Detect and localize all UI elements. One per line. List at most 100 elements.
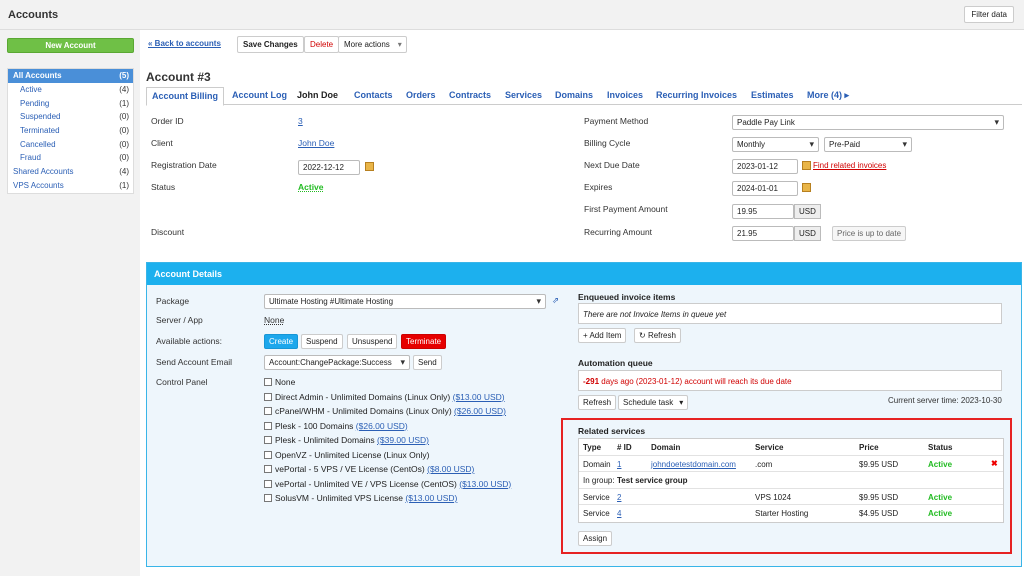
sidebar-item-terminated[interactable]: Terminated (0) — [8, 124, 133, 138]
option-price[interactable]: ($8.00 USD) — [427, 464, 474, 474]
option-name: cPanel/WHM - Unlimited Domains (Linux On… — [275, 406, 452, 416]
billing-cycle-select[interactable]: Monthly — [732, 137, 819, 152]
sidebar-item-pending[interactable]: Pending (1) — [8, 97, 133, 111]
sidebar-item-all-accounts[interactable]: All Accounts (5) — [8, 69, 133, 83]
control-panel-option[interactable]: cPanel/WHM - Unlimited Domains (Linux On… — [264, 406, 506, 416]
sidebar-item-cancelled[interactable]: Cancelled (0) — [8, 138, 133, 152]
sidebar-item-count: (0) — [119, 112, 129, 122]
tab-domains[interactable]: Domains — [555, 90, 593, 100]
sidebar-item-count: (0) — [119, 126, 129, 136]
first-payment-input[interactable]: 19.95 — [732, 204, 794, 219]
sidebar: New Account All Accounts (5) Active (4) Pe… — [0, 30, 140, 576]
registration-date-label: Registration Date — [151, 160, 217, 170]
new-account-button[interactable]: New Account — [7, 38, 134, 53]
create-button[interactable]: Create — [264, 334, 299, 349]
price-status-button[interactable]: Price is up to date — [832, 226, 907, 241]
tab-contracts[interactable]: Contracts — [449, 90, 491, 100]
sidebar-item-shared-accounts[interactable]: Shared Accounts (4) — [8, 165, 133, 179]
option-price[interactable]: ($13.00 USD) — [459, 479, 511, 489]
checkbox[interactable] — [264, 450, 272, 459]
tab-account-billing[interactable]: Account Billing — [146, 87, 224, 106]
billing-cycle-label: Billing Cycle — [584, 138, 631, 148]
calendar-icon[interactable] — [802, 183, 811, 192]
payment-method-select[interactable]: Paddle Pay Link — [732, 115, 1004, 130]
package-select[interactable]: Ultimate Hosting #Ultimate Hosting — [264, 294, 546, 309]
order-id-label: Order ID — [151, 116, 184, 126]
sidebar-item-suspended[interactable]: Suspended (0) — [8, 110, 133, 124]
tab-orders[interactable]: Orders — [406, 90, 436, 100]
back-to-accounts-link[interactable]: « Back to accounts — [146, 36, 223, 53]
option-name: vePortal - Unlimited VE / VPS License (C… — [275, 478, 457, 489]
tab-services[interactable]: Services — [505, 90, 542, 100]
sidebar-item-count: (0) — [119, 153, 129, 163]
enqueued-items-box: There are not Invoice Items in queue yet — [578, 303, 1002, 324]
control-panel-option[interactable]: Direct Admin - Unlimited Domains (Linux … — [264, 392, 505, 402]
refresh-icon: ↻ — [639, 331, 646, 340]
sidebar-item-active[interactable]: Active (4) — [8, 83, 133, 97]
checkbox[interactable] — [264, 494, 272, 502]
tab-recurring-invoices[interactable]: Recurring Invoices — [656, 90, 737, 100]
option-price[interactable]: ($39.00 USD) — [377, 435, 429, 445]
sidebar-item-label: Terminated — [20, 126, 60, 136]
control-panel-option[interactable]: OpenVZ - Unlimited License (Linux Only) — [264, 450, 429, 460]
enqueued-empty-text: There are not Invoice Items in queue yet — [583, 310, 727, 319]
option-price[interactable]: ($13.00 USD) — [453, 392, 505, 402]
calendar-icon[interactable] — [365, 162, 374, 171]
recurring-amount-input[interactable]: 21.95 — [732, 226, 794, 241]
option-price[interactable]: ($13.00 USD) — [405, 493, 457, 503]
refresh-enqueued-button[interactable]: ↻ Refresh — [634, 328, 681, 343]
currency-addon: USD — [794, 226, 821, 241]
control-panel-option[interactable]: Plesk - 100 Domains ($26.00 USD) — [264, 421, 408, 431]
status-label: Status — [151, 182, 176, 192]
checkbox[interactable] — [264, 421, 272, 430]
order-id-link[interactable]: 3 — [298, 116, 303, 126]
control-panel-option[interactable]: Plesk - Unlimited Domains ($39.00 USD) — [264, 435, 429, 445]
terminate-button[interactable]: Terminate — [401, 334, 447, 349]
more-actions-button[interactable]: More actions ▾ — [338, 36, 407, 53]
tab-contacts[interactable]: Contacts — [354, 90, 393, 100]
sidebar-item-fraud[interactable]: Fraud (0) — [8, 151, 133, 165]
control-panel-option[interactable]: vePortal - 5 VPS / VE License (CentOs) (… — [264, 464, 474, 474]
email-template-select[interactable]: Account:ChangePackage:Success — [264, 355, 410, 370]
option-price[interactable]: ($26.00 USD) — [454, 406, 506, 416]
client-link[interactable]: John Doe — [298, 138, 334, 148]
next-due-date-input[interactable]: 2023-01-12 — [732, 159, 798, 174]
tab-more[interactable]: More (4) ▸ — [807, 90, 849, 101]
checkbox[interactable] — [264, 378, 272, 386]
filter-data-button[interactable]: Filter data — [964, 6, 1014, 23]
tab-estimates[interactable]: Estimates — [751, 90, 794, 100]
external-link-icon[interactable]: ⇗ — [552, 295, 559, 306]
server-app-value[interactable]: None — [264, 315, 284, 325]
send-email-button[interactable]: Send — [413, 355, 442, 370]
save-changes-button[interactable]: Save Changes — [237, 36, 304, 53]
checkbox[interactable] — [264, 392, 272, 401]
control-panel-option[interactable]: None — [264, 377, 295, 387]
delete-button[interactable]: Delete — [304, 36, 340, 53]
registration-date-input[interactable]: 2022-12-12 — [298, 160, 360, 175]
tab-account-log[interactable]: Account Log — [232, 90, 287, 100]
calendar-icon[interactable] — [802, 161, 811, 170]
control-panel-option[interactable]: vePortal - Unlimited VE / VPS License (C… — [264, 479, 511, 489]
checkbox[interactable] — [264, 436, 272, 444]
tab-client-name[interactable]: John Doe — [297, 90, 338, 100]
checkbox[interactable] — [264, 407, 272, 415]
suspend-button[interactable]: Suspend — [301, 334, 343, 349]
add-item-button[interactable]: + Add Item — [578, 328, 627, 343]
refresh-automation-button[interactable]: Refresh — [578, 395, 617, 410]
billing-type-select[interactable]: Pre-Paid — [824, 137, 912, 152]
unsuspend-button[interactable]: Unsuspend — [347, 334, 398, 349]
status-value[interactable]: Active — [298, 182, 324, 192]
client-label: Client — [151, 138, 173, 148]
server-time: Current server time: 2023-10-30 — [888, 396, 1002, 405]
expires-input[interactable]: 2024-01-01 — [732, 181, 798, 196]
tab-invoices[interactable]: Invoices — [607, 90, 643, 100]
option-price[interactable]: ($26.00 USD) — [356, 421, 408, 431]
sidebar-item-vps-accounts[interactable]: VPS Accounts (1) — [8, 179, 133, 193]
schedule-task-label: Schedule task — [623, 398, 674, 407]
control-panel-option[interactable]: SolusVM - Unlimited VPS License ($13.00 … — [264, 493, 457, 503]
checkbox[interactable] — [264, 479, 272, 488]
find-related-invoices-link[interactable]: Find related invoices — [813, 161, 886, 170]
first-payment-label: First Payment Amount — [584, 204, 668, 214]
schedule-task-button[interactable]: Schedule task ▾ — [618, 395, 689, 410]
checkbox[interactable] — [264, 465, 272, 473]
